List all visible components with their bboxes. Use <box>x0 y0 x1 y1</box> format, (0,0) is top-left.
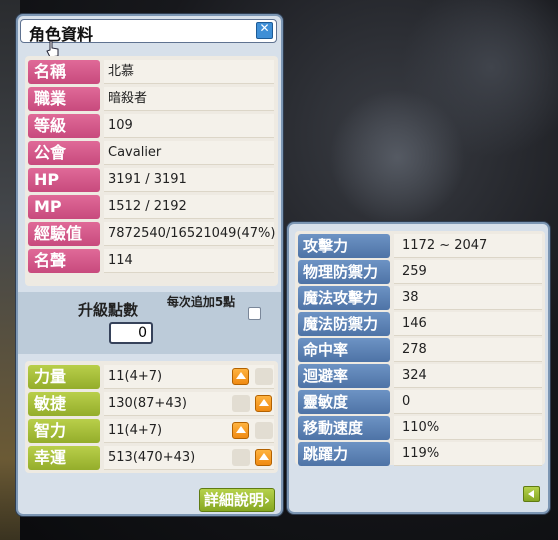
info-label: 公會 <box>28 141 100 165</box>
stat-label: 敏捷 <box>28 392 100 416</box>
basic-info-section: 名稱 北慕 職業 暗殺者 等級 109 公會 Cavalier HP 3191 … <box>25 56 278 286</box>
info-value: 109 <box>104 114 274 138</box>
detail-label: 魔法防禦力 <box>298 312 390 336</box>
detail-value: 119% <box>394 442 542 466</box>
close-icon: ✕ <box>259 21 270 35</box>
stats-section: 力量 11(4+7) 敏捷 130(87+43) 智力 11(4+7) 幸運 5… <box>25 361 278 473</box>
info-label: 名聲 <box>28 249 100 273</box>
stat-slot <box>232 449 250 466</box>
ability-points-section: 升級點數 0 每次追加5點 <box>18 292 281 354</box>
stat-row-luk: 幸運 513(470+43) <box>28 446 276 470</box>
detail-row-speed: 移動速度 110% <box>298 416 542 440</box>
detail-value: 1172 ~ 2047 <box>394 234 542 258</box>
collapse-arrow-icon[interactable] <box>523 486 540 502</box>
background-space <box>290 0 558 225</box>
detail-row-mdef: 魔法防禦力 146 <box>298 312 542 336</box>
stat-slot <box>255 368 273 385</box>
info-label: 經驗值 <box>28 222 100 246</box>
detail-label: 移動速度 <box>298 416 390 440</box>
ability-points-label: 升級點數 <box>78 301 139 319</box>
info-value: 北慕 <box>104 60 274 84</box>
stat-slot <box>255 422 273 439</box>
detail-value: 259 <box>394 260 542 284</box>
detail-stats-list: 攻擊力 1172 ~ 2047 物理防禦力 259 魔法攻擊力 38 魔法防禦力… <box>295 231 545 466</box>
character-info-window: 角色資料 ✕ 名稱 北慕 職業 暗殺者 等級 109 公會 Cavalier H… <box>16 14 283 516</box>
info-row-mp: MP 1512 / 2192 <box>28 195 276 219</box>
bulk-add-label: 每次追加5點 <box>166 295 236 309</box>
detail-row-accuracy: 命中率 278 <box>298 338 542 362</box>
increase-int-button[interactable] <box>232 422 249 439</box>
info-value: 114 <box>104 249 274 273</box>
detail-label: 迴避率 <box>298 364 390 388</box>
detail-value: 38 <box>394 286 542 310</box>
detail-label: 跳躍力 <box>298 442 390 466</box>
close-button[interactable]: ✕ <box>256 21 273 39</box>
info-row-level: 等級 109 <box>28 114 276 138</box>
detail-value: 110% <box>394 416 542 440</box>
detail-value: 324 <box>394 364 542 388</box>
info-row-job: 職業 暗殺者 <box>28 87 276 111</box>
info-value: 暗殺者 <box>104 87 274 111</box>
increase-luk-button[interactable] <box>255 449 272 466</box>
stat-row-dex: 敏捷 130(87+43) <box>28 392 276 416</box>
info-label: 等級 <box>28 114 100 138</box>
info-row-hp: HP 3191 / 3191 <box>28 168 276 192</box>
ability-points-field: 0 <box>109 322 153 344</box>
info-label: HP <box>28 168 100 192</box>
detail-value: 0 <box>394 390 542 414</box>
detail-label: 攻擊力 <box>298 234 390 258</box>
detail-label: 物理防禦力 <box>298 260 390 284</box>
detail-stats-window: 攻擊力 1172 ~ 2047 物理防禦力 259 魔法攻擊力 38 魔法防禦力… <box>287 222 550 514</box>
window-title: 角色資料 <box>29 25 94 44</box>
detail-label: 魔法攻擊力 <box>298 286 390 310</box>
stat-row-str: 力量 11(4+7) <box>28 365 276 389</box>
info-value: 1512 / 2192 <box>104 195 274 219</box>
stat-label: 幸運 <box>28 446 100 470</box>
info-value: 7872540/16521049(47%) <box>104 222 275 246</box>
detail-label: 靈敏度 <box>298 390 390 414</box>
detail-label: 命中率 <box>298 338 390 362</box>
increase-dex-button[interactable] <box>255 395 272 412</box>
detail-value: 278 <box>394 338 542 362</box>
info-value: Cavalier <box>104 141 274 165</box>
info-row-guild: 公會 Cavalier <box>28 141 276 165</box>
stat-row-int: 智力 11(4+7) <box>28 419 276 443</box>
info-label: 名稱 <box>28 60 100 84</box>
detail-row-hands: 靈敏度 0 <box>298 390 542 414</box>
detail-button[interactable]: 詳細說明› <box>199 488 275 512</box>
increase-str-button[interactable] <box>232 368 249 385</box>
info-row-exp: 經驗值 7872540/16521049(47%) <box>28 222 276 246</box>
info-row-fame: 名聲 114 <box>28 249 276 273</box>
detail-row-matk: 魔法攻擊力 38 <box>298 286 542 310</box>
bulk-add-checkbox[interactable] <box>248 307 261 320</box>
detail-row-avoid: 迴避率 324 <box>298 364 542 388</box>
stat-label: 力量 <box>28 365 100 389</box>
detail-row-wdef: 物理防禦力 259 <box>298 260 542 284</box>
info-row-name: 名稱 北慕 <box>28 60 276 84</box>
stat-slot <box>232 395 250 412</box>
info-label: MP <box>28 195 100 219</box>
detail-row-jump: 跳躍力 119% <box>298 442 542 466</box>
stat-label: 智力 <box>28 419 100 443</box>
detail-value: 146 <box>394 312 542 336</box>
detail-row-attack: 攻擊力 1172 ~ 2047 <box>298 234 542 258</box>
info-value: 3191 / 3191 <box>104 168 274 192</box>
info-label: 職業 <box>28 87 100 111</box>
